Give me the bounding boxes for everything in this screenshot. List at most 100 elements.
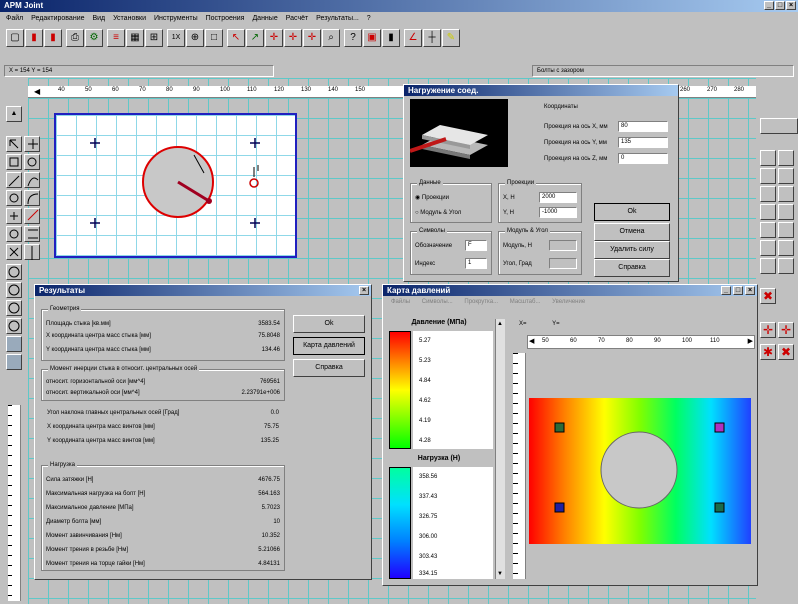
pointer-icon[interactable]: ↖ <box>227 29 245 47</box>
right-tool-3-icon[interactable] <box>778 150 794 166</box>
zoom-window-icon[interactable]: □ <box>205 29 223 47</box>
pressure-color-bar <box>389 331 411 449</box>
pm-menu-scroll[interactable]: Прокрутка... <box>464 299 498 305</box>
radio-projections[interactable]: ◉ Проекции <box>415 194 449 202</box>
menu-settings[interactable]: Установки <box>113 15 146 22</box>
delete-force-button[interactable]: Удалить силу <box>594 241 670 259</box>
chart-icon[interactable]: ▣ <box>363 29 381 47</box>
legend-scrollbar[interactable] <box>495 319 505 579</box>
pm-menu-files[interactable]: Файлы <box>391 299 410 305</box>
new-file-icon[interactable]: ▢ <box>6 29 24 47</box>
book-icon[interactable]: ▮ <box>382 29 400 47</box>
proj-y-input[interactable]: 135 <box>618 137 668 148</box>
legend-scroll-up-icon[interactable]: ▲ <box>495 319 505 329</box>
bolt-marker[interactable] <box>714 422 725 433</box>
right-tool-15-icon[interactable] <box>778 258 794 274</box>
ruler-tick: 280 <box>734 87 745 93</box>
menu-calc[interactable]: Расчёт <box>286 15 309 22</box>
menu-edit[interactable]: Редактирование <box>31 15 84 22</box>
bolt-marker[interactable] <box>714 502 725 513</box>
calculate-icon[interactable]: ≡ <box>107 29 125 47</box>
right-tool-10-icon[interactable] <box>760 222 776 238</box>
right-tool-13-icon[interactable] <box>778 240 794 256</box>
table-icon[interactable]: ▦ <box>126 29 144 47</box>
results-close-icon[interactable]: × <box>359 286 369 295</box>
proj-z-input[interactable]: 0 <box>618 153 668 164</box>
right-tool-20-icon[interactable]: ✖ <box>778 344 794 360</box>
settings-icon[interactable]: ⚙ <box>85 29 103 47</box>
designation-input[interactable]: F <box>465 240 487 251</box>
menu-build[interactable]: Построения <box>206 15 245 22</box>
inertia-group: Момент инерции стыка в относит. централь… <box>41 365 285 401</box>
zoom-1x-icon[interactable]: 1X <box>167 29 185 47</box>
pm-menu-zoom[interactable]: Увеличение <box>552 299 585 305</box>
question-icon[interactable]: ? <box>344 29 362 47</box>
print-icon[interactable]: ⎙ <box>66 29 84 47</box>
force-x-input[interactable]: 2000 <box>539 192 577 203</box>
angle-input[interactable] <box>549 258 577 269</box>
results-ok-button[interactable]: Ok <box>293 315 365 333</box>
right-tool-9-icon[interactable] <box>778 204 794 220</box>
pm-menu-symbols[interactable]: Символы... <box>422 299 453 305</box>
radio-modulus[interactable]: ○ Модуль & Угол <box>415 209 461 217</box>
pm-maximize-icon[interactable]: □ <box>733 286 743 295</box>
pressure-tick: 4.28 <box>419 438 431 444</box>
pm-minimize-icon[interactable]: _ <box>721 286 731 295</box>
loads-cancel-button[interactable]: Отмена <box>594 223 670 241</box>
map-ruler-ticks: 50 60 70 80 90 100 110 <box>528 336 754 348</box>
menu-view[interactable]: Вид <box>92 15 105 22</box>
right-tool-6-icon[interactable] <box>760 186 776 202</box>
delete-red-icon[interactable]: ✖ <box>760 288 776 304</box>
menu-help[interactable]: ? <box>367 15 371 22</box>
legend-scroll-down-icon[interactable]: ▼ <box>495 569 505 579</box>
maximize-button[interactable]: □ <box>775 1 785 10</box>
bolt-array-icon[interactable]: ✛ <box>284 29 302 47</box>
bolt-circle-icon[interactable]: ✛ <box>303 29 321 47</box>
loads-help-button[interactable]: Справка <box>594 259 670 277</box>
right-tool-1-icon[interactable] <box>760 118 798 134</box>
save-file-icon[interactable]: ▮ <box>44 29 62 47</box>
bolt-icon[interactable]: ✛ <box>265 29 283 47</box>
pencil-icon[interactable]: ✎ <box>442 29 460 47</box>
right-tool-8-icon[interactable] <box>760 204 776 220</box>
index-input[interactable]: 1 <box>465 258 487 269</box>
right-tool-11-icon[interactable] <box>778 222 794 238</box>
menu-data[interactable]: Данные <box>252 15 277 22</box>
grid-icon[interactable]: ⊞ <box>145 29 163 47</box>
bolt-marker[interactable] <box>554 502 565 513</box>
line-icon[interactable]: ∠ <box>404 29 422 47</box>
bolt-marker[interactable] <box>554 422 565 433</box>
pressure-tick: 4.19 <box>419 418 431 424</box>
minimize-button[interactable]: _ <box>764 1 774 10</box>
right-tool-2-icon[interactable] <box>760 150 776 166</box>
pm-menu-bar: Файлы Символы... Прокрутка... Масштаб...… <box>385 297 755 307</box>
close-button[interactable]: × <box>786 1 796 10</box>
proj-x-input[interactable]: 80 <box>618 121 668 132</box>
right-tool-12-icon[interactable] <box>760 240 776 256</box>
right-tool-18-icon[interactable]: ✛ <box>778 322 794 338</box>
loads-ok-button[interactable]: Ok <box>594 203 670 221</box>
map-hole <box>600 431 678 509</box>
right-tool-5-icon[interactable] <box>778 168 794 184</box>
measure-icon[interactable]: ⌕ <box>322 29 340 47</box>
cross-icon[interactable]: ┼ <box>423 29 441 47</box>
right-tool-4-icon[interactable] <box>760 168 776 184</box>
menu-results[interactable]: Результаты... <box>316 15 359 22</box>
open-file-icon[interactable]: ▮ <box>25 29 43 47</box>
zoom-icon[interactable]: ⊕ <box>186 29 204 47</box>
right-tool-19-icon[interactable]: ✱ <box>760 344 776 360</box>
menu-tools[interactable]: Инструменты <box>154 15 198 22</box>
menu-file[interactable]: Файл <box>6 15 23 22</box>
pm-close-icon[interactable]: × <box>745 286 755 295</box>
modulus-input[interactable] <box>549 240 577 251</box>
load-point-icon[interactable] <box>249 178 259 188</box>
force-y-input[interactable]: -1000 <box>539 207 577 218</box>
results-help-button[interactable]: Справка <box>293 359 365 377</box>
pressure-map-button[interactable]: Карта давлений <box>293 337 365 355</box>
right-tool-7-icon[interactable] <box>778 186 794 202</box>
pm-menu-scale[interactable]: Масштаб... <box>510 299 541 305</box>
right-tool-14-icon[interactable] <box>760 258 776 274</box>
ruler-tick: 260 <box>680 87 691 93</box>
force-icon[interactable]: ↗ <box>246 29 264 47</box>
right-tool-17-icon[interactable]: ✛ <box>760 322 776 338</box>
